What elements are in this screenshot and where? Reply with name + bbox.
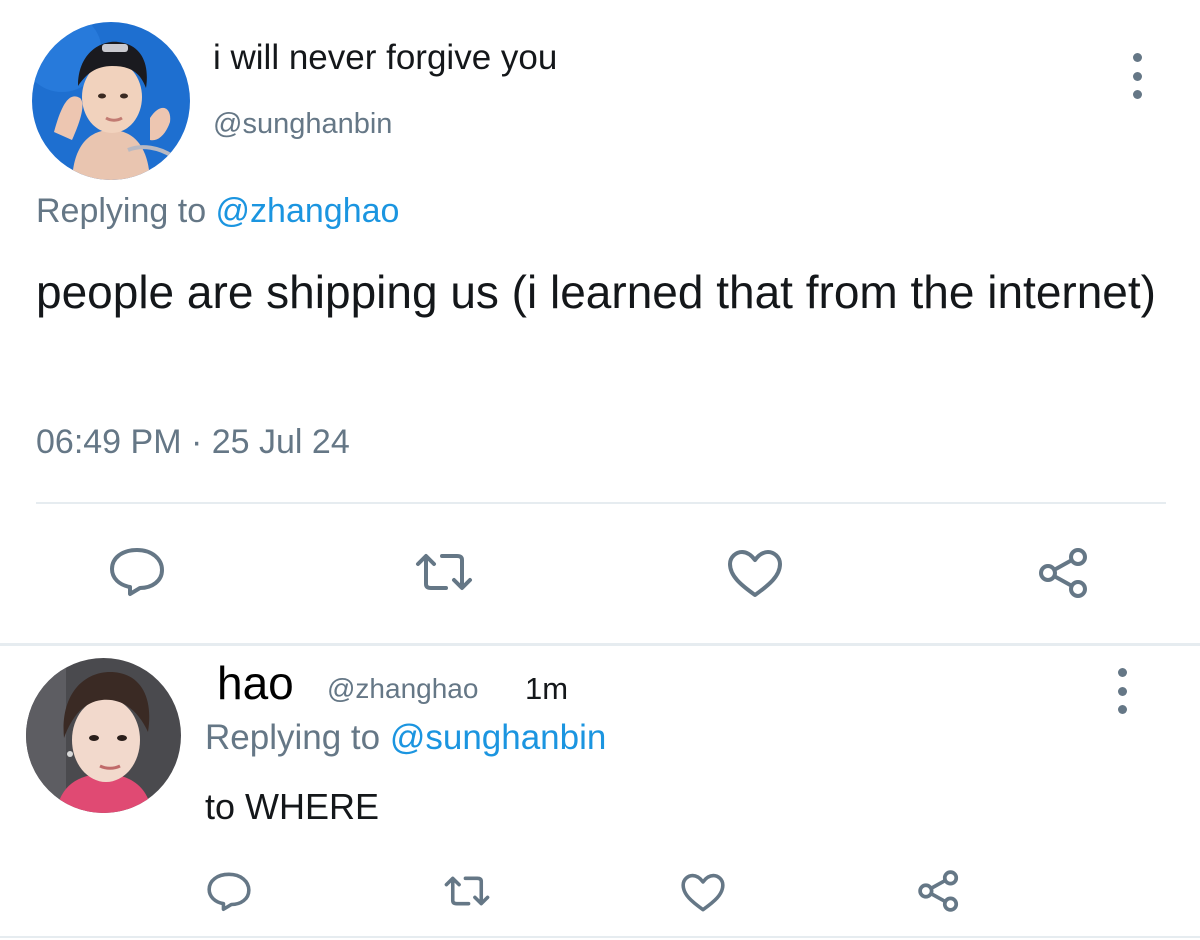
more-dots-icon	[1117, 668, 1127, 677]
avatar[interactable]	[32, 22, 190, 180]
more-dot	[1132, 71, 1142, 81]
reply-tweet: hao @zhanghao 1m Replying to @sunghanbin…	[0, 646, 1200, 940]
retweet-icon	[444, 876, 490, 906]
user-handle[interactable]: @zhanghao	[327, 673, 478, 705]
divider	[36, 502, 1166, 504]
reply-button[interactable]	[108, 545, 166, 597]
retweet-button[interactable]	[410, 548, 478, 596]
bottom-divider	[0, 936, 1200, 938]
avatar[interactable]	[26, 658, 181, 813]
like-icon	[728, 550, 782, 597]
replying-to-mention[interactable]: @zhanghao	[216, 192, 400, 230]
avatar-photo	[32, 22, 190, 180]
user-handle[interactable]: @sunghanbin	[213, 108, 392, 141]
display-name[interactable]: hao	[217, 656, 294, 710]
retweet-icon	[416, 554, 472, 590]
tweet-text: to WHERE	[205, 786, 380, 827]
more-dot	[1117, 705, 1127, 714]
more-options-button[interactable]	[1125, 53, 1149, 99]
tweet-timestamp[interactable]: 06:49 PM · 25 Jul 24	[36, 423, 350, 462]
share-button[interactable]	[1036, 545, 1092, 601]
reply-button[interactable]	[206, 870, 252, 912]
reply-icon	[110, 548, 164, 596]
avatar-photo	[26, 658, 181, 813]
replying-prefix: Replying to	[36, 192, 216, 230]
reply-icon	[207, 872, 251, 912]
display-name[interactable]: i will never forgive you	[213, 38, 557, 78]
tweet-time-ago[interactable]: 1m	[525, 671, 568, 707]
like-icon	[681, 873, 725, 912]
replying-to-line: Replying to @zhanghao	[36, 192, 399, 231]
main-tweet: i will never forgive you @sunghanbin Rep…	[0, 0, 1200, 645]
replying-to-line: Replying to @sunghanbin	[205, 718, 606, 758]
like-button[interactable]	[726, 548, 784, 600]
tweet-text: people are shipping us (i learned that f…	[36, 266, 1156, 318]
more-dot	[1132, 90, 1142, 99]
more-dot	[1117, 686, 1127, 696]
retweet-button[interactable]	[440, 872, 494, 910]
share-icon	[918, 870, 959, 912]
more-dots-icon	[1132, 53, 1142, 62]
share-icon	[1039, 548, 1087, 598]
more-options-button[interactable]	[1110, 668, 1134, 714]
share-button[interactable]	[916, 868, 962, 914]
replying-to-mention[interactable]: @sunghanbin	[390, 718, 607, 757]
like-button[interactable]	[680, 872, 726, 914]
replying-prefix: Replying to	[205, 718, 390, 757]
